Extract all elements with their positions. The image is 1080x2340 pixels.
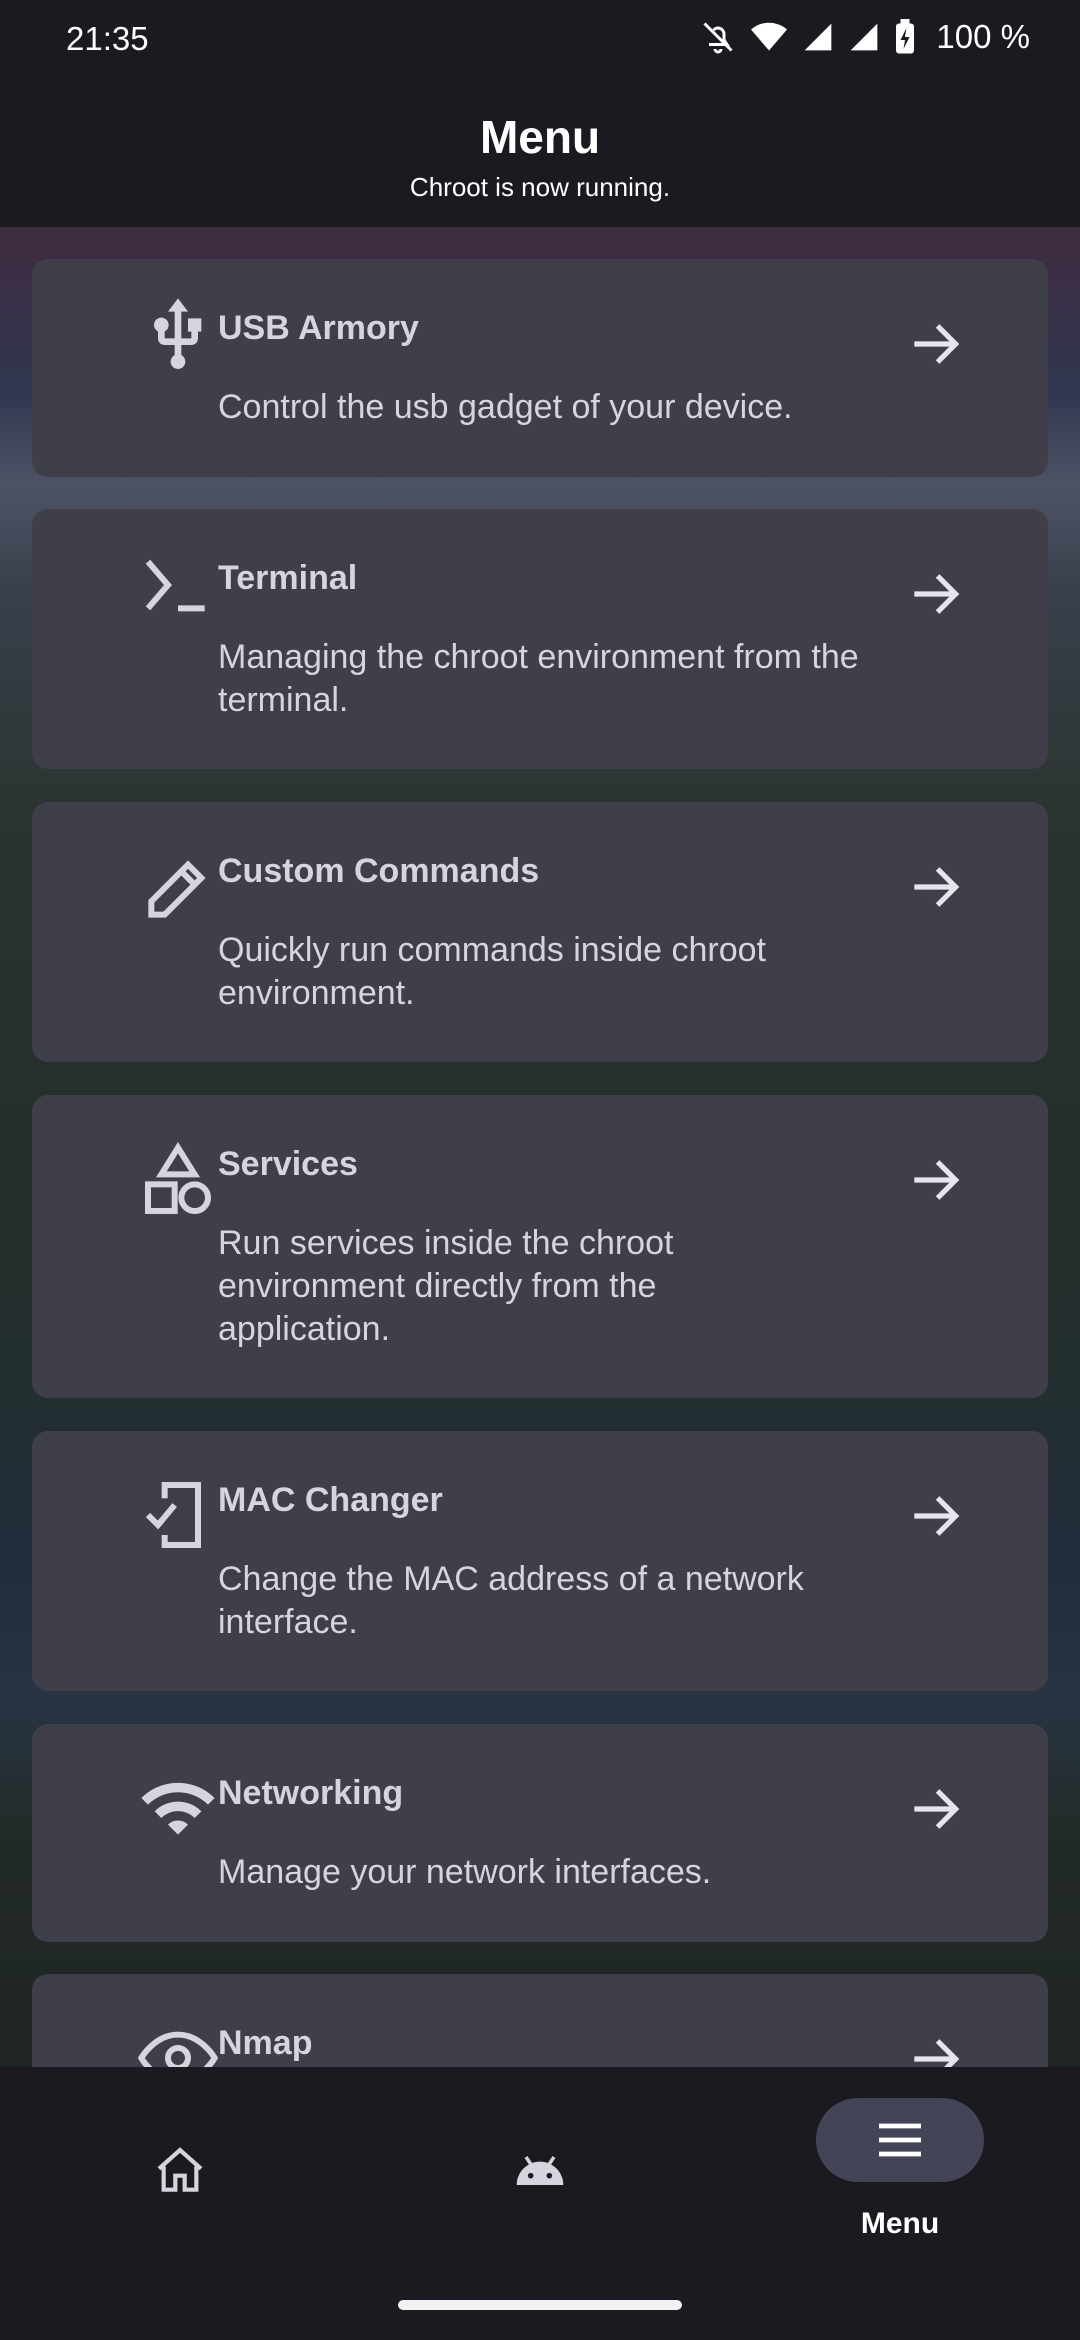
phone-check-icon (138, 1475, 218, 1555)
menu-card-title: USB Armory (218, 309, 419, 347)
arrow-right-icon[interactable] (904, 1485, 966, 1547)
signal-icon (805, 23, 832, 51)
arrow-right-icon[interactable] (904, 313, 966, 375)
app-header: Menu Chroot is now running. (0, 80, 1080, 227)
menu-card-services[interactable]: Services Run services inside the chroot … (32, 1095, 1048, 1398)
menu-card-description: Managing the chroot environment from the… (218, 638, 859, 719)
nav-item-android[interactable] (460, 2067, 620, 2267)
nav-label-menu[interactable]: Menu (816, 2207, 984, 2241)
home-icon (157, 2147, 203, 2192)
menu-card-title: Services (218, 1145, 358, 1183)
eye-icon (137, 2018, 219, 2067)
page-subtitle: Chroot is now running. (409, 172, 671, 202)
menu-card-description: Control the usb gadget of your device. (218, 388, 793, 426)
menu-card-title: Networking (218, 1774, 404, 1812)
wifi-status-icon (751, 22, 788, 51)
wifi-icon (138, 1768, 218, 1848)
status-icons: 100 % (700, 18, 1030, 56)
menu-card-custom-commands[interactable]: Custom Commands Quickly run commands ins… (32, 802, 1048, 1062)
arrow-right-icon[interactable] (904, 1778, 966, 1840)
menu-card-description: Run services inside the chroot environme… (218, 1224, 674, 1348)
menu-card-networking[interactable]: Networking Manage your network interface… (32, 1724, 1048, 1942)
usb-icon (138, 295, 218, 375)
menu-list[interactable]: USB Armory Control the usb gadget of you… (0, 227, 1080, 2067)
gesture-bar[interactable] (398, 2300, 682, 2310)
menu-card-title: Nmap (218, 2024, 313, 2062)
nav-item-home[interactable] (100, 2067, 260, 2267)
android-icon (516, 2156, 564, 2185)
battery-percent: 100 % (936, 18, 1030, 55)
arrow-right-icon[interactable] (904, 563, 966, 625)
signal-icon-2 (851, 23, 878, 51)
menu-card-description: Manage your network interfaces. (218, 1853, 712, 1891)
status-time: 21:35 (66, 20, 149, 57)
status-bar: 21:35 100 % (0, 0, 1080, 80)
battery-charging-icon (896, 19, 915, 54)
menu-card-title: MAC Changer (218, 1481, 443, 1519)
arrow-right-icon[interactable] (904, 856, 966, 918)
terminal-icon (138, 545, 218, 625)
arrow-right-icon[interactable] (904, 1149, 966, 1211)
menu-icon (879, 2123, 921, 2157)
shapes-icon (138, 1141, 218, 1221)
menu-active-indicator[interactable] (816, 2098, 984, 2182)
menu-card-title: Terminal (218, 559, 358, 597)
pencil-icon (138, 848, 218, 928)
arrow-right-icon[interactable] (904, 2028, 966, 2067)
menu-card-mac-changer[interactable]: MAC Changer Change the MAC address of a … (32, 1431, 1048, 1691)
page-title: Menu (479, 111, 601, 163)
menu-card-description: Change the MAC address of a network inte… (218, 1560, 804, 1641)
menu-card-title: Custom Commands (218, 852, 540, 890)
bell-off-icon (703, 22, 733, 54)
menu-card-terminal[interactable]: Terminal Managing the chroot environment… (32, 509, 1048, 769)
menu-card-description: Quickly run commands inside chroot envir… (218, 931, 767, 1012)
menu-card-usb-armory[interactable]: USB Armory Control the usb gadget of you… (32, 259, 1048, 477)
menu-card-nmap[interactable]: Nmap (32, 1974, 1048, 2067)
